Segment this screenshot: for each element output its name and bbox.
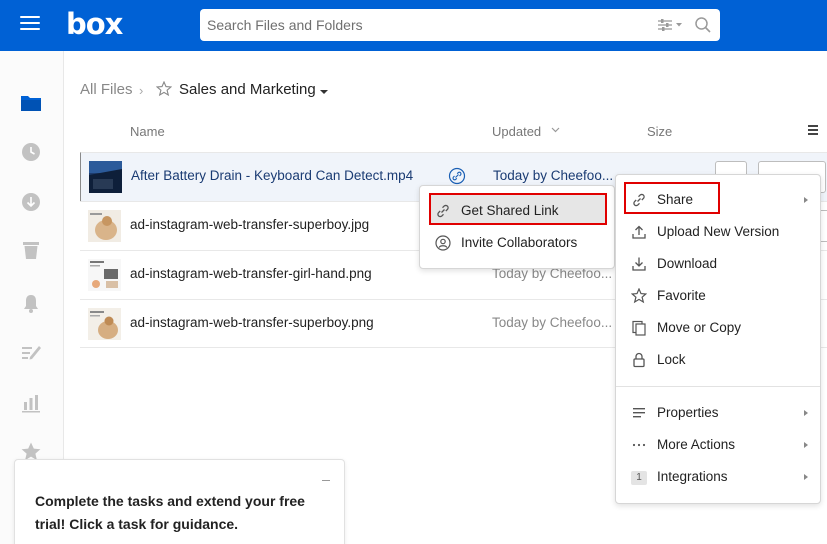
trash-icon[interactable] xyxy=(20,239,42,261)
file-name[interactable]: ad-instagram-web-transfer-girl-hand.png xyxy=(130,266,372,281)
menu-divider xyxy=(616,386,820,387)
upload-icon xyxy=(632,225,646,239)
column-header-name[interactable]: Name xyxy=(130,124,165,139)
search-icon[interactable] xyxy=(694,16,712,34)
menu-item-label: Properties xyxy=(657,405,719,420)
breadcrumb-chevron-icon: › xyxy=(139,83,144,98)
shared-link-icon[interactable] xyxy=(448,167,466,185)
menu-item-move-or-copy[interactable]: Move or Copy xyxy=(616,312,820,344)
sort-chevron-down-icon[interactable] xyxy=(551,126,560,134)
copy-icon xyxy=(632,320,646,336)
menu-item-label: Invite Collaborators xyxy=(461,235,578,250)
integrations-count-badge: 1 xyxy=(631,471,647,485)
breadcrumb-current-folder[interactable]: Sales and Marketing xyxy=(179,81,316,98)
lock-icon xyxy=(633,352,645,368)
star-icon xyxy=(631,288,647,304)
image-thumbnail xyxy=(88,308,121,340)
list-view-options-icon[interactable] xyxy=(808,125,818,137)
video-thumbnail xyxy=(89,161,122,193)
file-name[interactable]: After Battery Drain - Keyboard Can Detec… xyxy=(131,168,413,183)
menu-item-label: Upload New Version xyxy=(657,224,780,239)
file-context-menu: Share Upload New Version Download Favori… xyxy=(615,174,821,504)
menu-item-lock[interactable]: Lock xyxy=(616,344,820,376)
menu-item-label: Move or Copy xyxy=(657,320,742,335)
breadcrumb-all-files[interactable]: All Files xyxy=(80,81,133,98)
properties-icon xyxy=(633,408,645,418)
notifications-bell-icon[interactable] xyxy=(20,292,42,314)
search-box xyxy=(200,9,720,41)
recents-clock-icon[interactable] xyxy=(20,141,42,163)
image-thumbnail xyxy=(88,259,121,291)
search-input[interactable] xyxy=(200,9,640,41)
folder-options-caret-icon[interactable] xyxy=(320,90,328,94)
file-name[interactable]: ad-instagram-web-transfer-superboy.png xyxy=(130,315,374,330)
file-updated: Today by Cheefoo... xyxy=(493,168,614,183)
trial-guide-card[interactable]: Complete the tasks and extend your free … xyxy=(14,459,345,544)
filter-icon[interactable] xyxy=(657,18,683,32)
submenu-arrow-icon xyxy=(804,474,808,480)
menu-item-more-actions[interactable]: More Actions xyxy=(616,429,820,461)
menu-item-label: Favorite xyxy=(657,288,706,303)
get-shared-link-highlight-box xyxy=(429,193,607,225)
menu-item-integrations[interactable]: 1 Integrations xyxy=(616,461,820,493)
file-name[interactable]: ad-instagram-web-transfer-superboy.jpg xyxy=(130,217,369,232)
menu-item-label: Integrations xyxy=(657,469,728,484)
submenu-arrow-icon xyxy=(804,442,808,448)
hamburger-menu-icon[interactable] xyxy=(20,16,40,32)
notes-icon[interactable] xyxy=(20,342,42,364)
menu-item-invite-collaborators[interactable]: Invite Collaborators xyxy=(420,227,614,259)
more-icon xyxy=(632,443,646,447)
menu-item-properties[interactable]: Properties xyxy=(616,397,820,429)
app-window: box Search Files and Folders All Files ›… xyxy=(0,0,827,544)
image-thumbnail xyxy=(88,210,121,242)
minimize-icon[interactable] xyxy=(322,480,330,481)
insights-chart-icon[interactable] xyxy=(20,392,42,414)
favorite-star-icon[interactable] xyxy=(156,81,172,97)
file-updated: Today by Cheefoo... xyxy=(492,315,613,330)
synced-download-icon[interactable] xyxy=(20,191,42,213)
menu-item-favorite[interactable]: Favorite xyxy=(616,280,820,312)
menu-item-label: Lock xyxy=(657,352,686,367)
top-bar: box xyxy=(0,0,827,51)
folder-icon[interactable] xyxy=(20,92,42,114)
menu-item-label: More Actions xyxy=(657,437,736,452)
column-header-size[interactable]: Size xyxy=(647,124,672,139)
menu-item-label: Download xyxy=(657,256,718,271)
submenu-arrow-icon xyxy=(804,197,808,203)
submenu-arrow-icon xyxy=(804,410,808,416)
guide-card-text: Complete the tasks and extend your free … xyxy=(35,493,305,532)
menu-item-upload-new-version[interactable]: Upload New Version xyxy=(616,216,820,248)
download-icon xyxy=(632,257,646,271)
collaborators-icon xyxy=(435,235,451,251)
share-highlight-box xyxy=(624,182,720,214)
menu-item-download[interactable]: Download xyxy=(616,248,820,280)
column-header-updated[interactable]: Updated xyxy=(492,124,541,139)
box-logo[interactable]: box xyxy=(66,8,123,40)
